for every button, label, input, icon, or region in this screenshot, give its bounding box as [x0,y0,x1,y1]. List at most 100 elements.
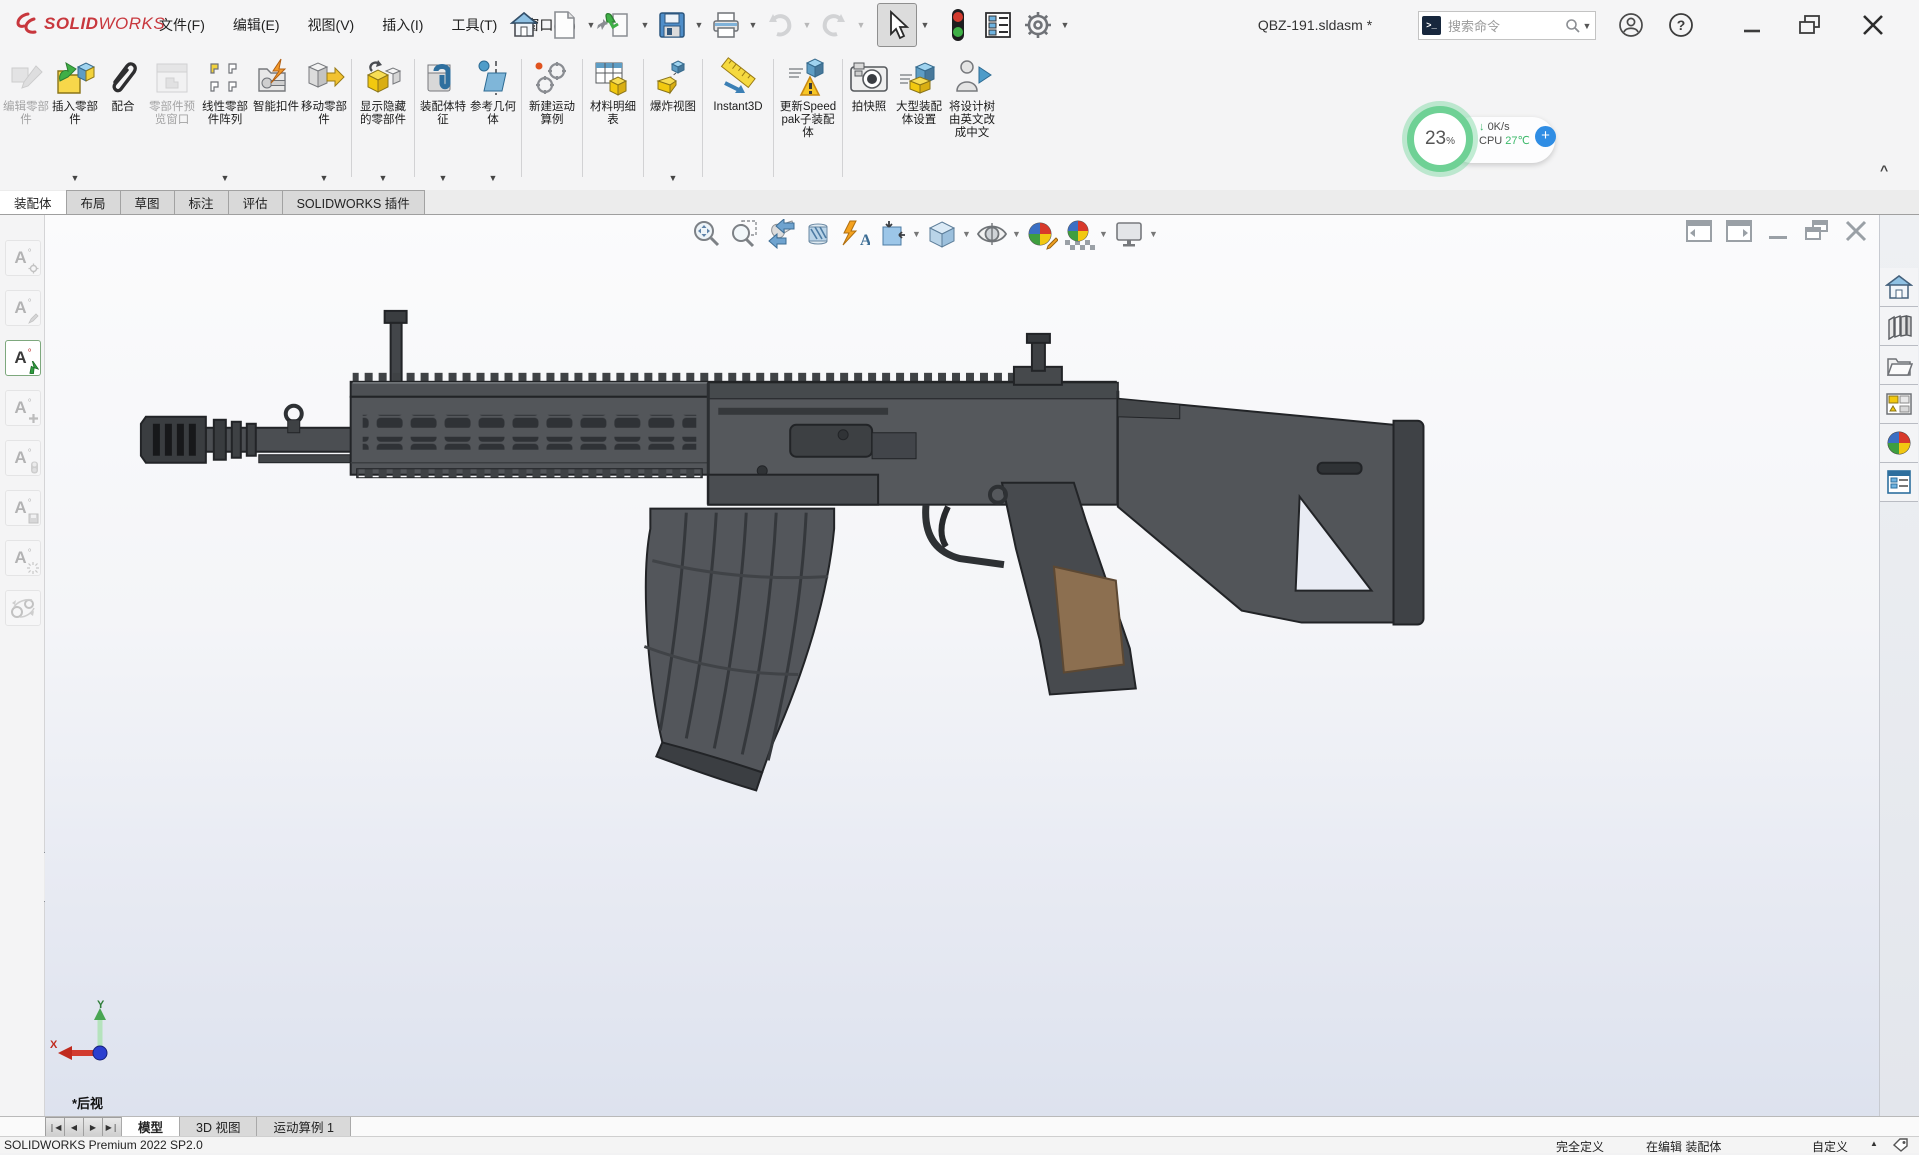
settings-dropdown[interactable]: ▼ [1059,20,1071,30]
assembly-features-dropdown[interactable]: ▼ [439,173,448,183]
svg-text:?: ? [1677,17,1686,33]
settings-gear-icon[interactable] [1019,4,1057,46]
menu-insert[interactable]: 插入(I) [368,0,437,50]
menu-edit[interactable]: 编辑(E) [219,0,294,50]
smart-fasteners-icon [255,57,297,99]
save-icon[interactable] [653,4,691,46]
cpu-widget-plus-button[interactable]: + [1535,126,1556,147]
cpu-monitor-widget[interactable]: 23% ↓ 0K/s CPU 27℃ + [1407,106,1557,174]
search-dropdown[interactable]: ▼ [1581,21,1593,31]
home-icon[interactable] [505,4,543,46]
component-preview-icon [151,57,193,99]
scroll-next-icon[interactable]: ▶ [83,1117,103,1137]
annotation-add-macro-icon: A ° [5,390,41,426]
new-document-dropdown[interactable]: ▼ [585,20,597,30]
help-icon[interactable]: ? [1664,8,1698,42]
insert-component-button[interactable]: 插入零部件 ▼ [50,55,100,185]
tag-icon[interactable] [1893,1138,1909,1152]
take-snapshot-button[interactable]: 拍快照 [846,55,892,185]
solidworks-logo: SOLIDWORKS [14,12,165,36]
file-explorer-icon[interactable] [1880,346,1918,385]
instant3d-icon [717,57,759,99]
design-library-icon[interactable] [1880,307,1918,346]
move-component-button[interactable]: 移动零部件 ▼ [300,55,348,185]
tab-motion-study-1[interactable]: 运动算例 1 [256,1117,351,1137]
left-macro-toolbar: A ° A ° A ° A ° A ° A ° A ° [0,215,59,1116]
print-icon[interactable] [707,4,745,46]
belt-chain-macro-icon [5,590,41,626]
scroll-prev-icon[interactable]: ◀ [64,1117,84,1137]
document-tab-bar: ❘◀ ◀ ▶ ▶❘ 模型 3D 视图 运动算例 1 [0,1116,1919,1137]
tab-solidworks-addins[interactable]: SOLIDWORKS 插件 [281,190,425,214]
menu-tools[interactable]: 工具(T) [437,0,511,50]
large-assembly-icon [898,57,940,99]
show-hidden-components-button[interactable]: 显示隐藏的零部件 ▼ [355,55,411,185]
view-palette-icon[interactable] [1880,385,1918,424]
large-assembly-settings-button[interactable]: 大型装配体设置 [892,55,946,185]
product-version-label: SOLIDWORKS Premium 2022 SP2.0 [4,1138,203,1152]
smart-fasteners-button[interactable]: 智能扣件 [252,55,300,185]
restore-window-icon[interactable] [1793,8,1827,42]
exploded-view-button[interactable]: 爆炸视图 ▼ [647,55,699,185]
toolbar-separator [414,59,415,177]
new-motion-study-button[interactable]: 新建运动算例 [525,55,579,185]
tab-layout[interactable]: 布局 [65,190,121,214]
rebuild-traffic-light-icon[interactable] [939,4,977,46]
show-hidden-dropdown[interactable]: ▼ [379,173,388,183]
options-list-icon[interactable] [979,4,1017,46]
cpu-percent: 23 [1424,128,1447,149]
tab-assembly[interactable]: 装配体 [0,191,67,214]
save-dropdown[interactable]: ▼ [693,20,705,30]
select-cursor-icon[interactable] [877,3,917,47]
annotation-export-macro-icon[interactable]: A ° [5,340,41,376]
toolbar-separator [351,59,352,177]
linear-component-pattern-button[interactable]: 线性零部件阵列 ▼ [198,55,252,185]
tab-sketch[interactable]: 草图 [119,190,175,214]
model-rifle-qbz191[interactable] [45,215,1880,1116]
assembly-features-button[interactable]: 装配体特征 ▼ [418,55,468,185]
collapse-toolbar-chevron[interactable]: ^ [1880,162,1888,178]
menu-view[interactable]: 视图(V) [294,0,369,50]
reference-geometry-button[interactable]: 参考几何体 ▼ [468,55,518,185]
custom-properties-icon[interactable] [1880,463,1918,502]
update-speedpak-button[interactable]: 更新Speedpak子装配体 [777,55,839,185]
move-component-dropdown[interactable]: ▼ [320,173,329,183]
status-expand-arrow[interactable]: ▲ [1870,1139,1878,1148]
reference-geometry-dropdown[interactable]: ▼ [489,173,498,183]
show-hidden-icon [362,57,404,99]
close-window-icon[interactable] [1856,8,1890,42]
print-dropdown[interactable]: ▼ [747,20,759,30]
scroll-first-icon[interactable]: ❘◀ [45,1117,65,1137]
translate-tree-button[interactable]: 将设计树由英文改成中文 [946,55,998,185]
user-account-icon[interactable] [1614,8,1648,42]
mate-button[interactable]: 配合 [100,55,146,185]
custom-status[interactable]: 自定义 [1812,1138,1848,1155]
appearances-scenes-icon[interactable] [1880,424,1918,463]
tab-markup[interactable]: 标注 [173,190,229,214]
exploded-view-dropdown[interactable]: ▼ [669,173,678,183]
scroll-last-icon[interactable]: ▶❘ [102,1117,122,1137]
download-arrow-icon: ↓ [1479,121,1485,133]
motion-study-icon [531,57,573,99]
bill-of-materials-button[interactable]: 材料明细表 [586,55,640,185]
open-dropdown[interactable]: ▼ [639,20,651,30]
tab-evaluate[interactable]: 评估 [227,190,283,214]
open-icon[interactable] [599,4,637,46]
select-dropdown[interactable]: ▼ [919,20,931,30]
command-manager-tabs: 装配体 布局 草图 标注 评估 SOLIDWORKS 插件 [0,190,1919,215]
edit-component-icon [5,57,47,99]
tab-model[interactable]: 模型 [121,1117,181,1137]
insert-component-dropdown[interactable]: ▼ [71,173,80,183]
instant3d-button[interactable]: Instant3D [706,55,770,185]
search-icon[interactable] [1565,18,1581,34]
menu-file[interactable]: 文件(F) [145,0,219,50]
cpu-usage-ring[interactable]: 23% [1407,106,1473,172]
home-tab-icon[interactable] [1880,268,1918,307]
tab-3d-views[interactable]: 3D 视图 [179,1117,258,1137]
annotation-gear-macro-icon: A ° [5,240,41,276]
command-search[interactable]: >_ 搜索命令 ▼ [1418,11,1596,40]
graphics-viewport[interactable]: A ▼ ▼ ▼ ▼ ▼ Y X *后视 [45,215,1880,1116]
linear-pattern-dropdown[interactable]: ▼ [221,173,230,183]
new-document-icon[interactable] [545,4,583,46]
minimize-window-icon[interactable] [1735,8,1769,42]
